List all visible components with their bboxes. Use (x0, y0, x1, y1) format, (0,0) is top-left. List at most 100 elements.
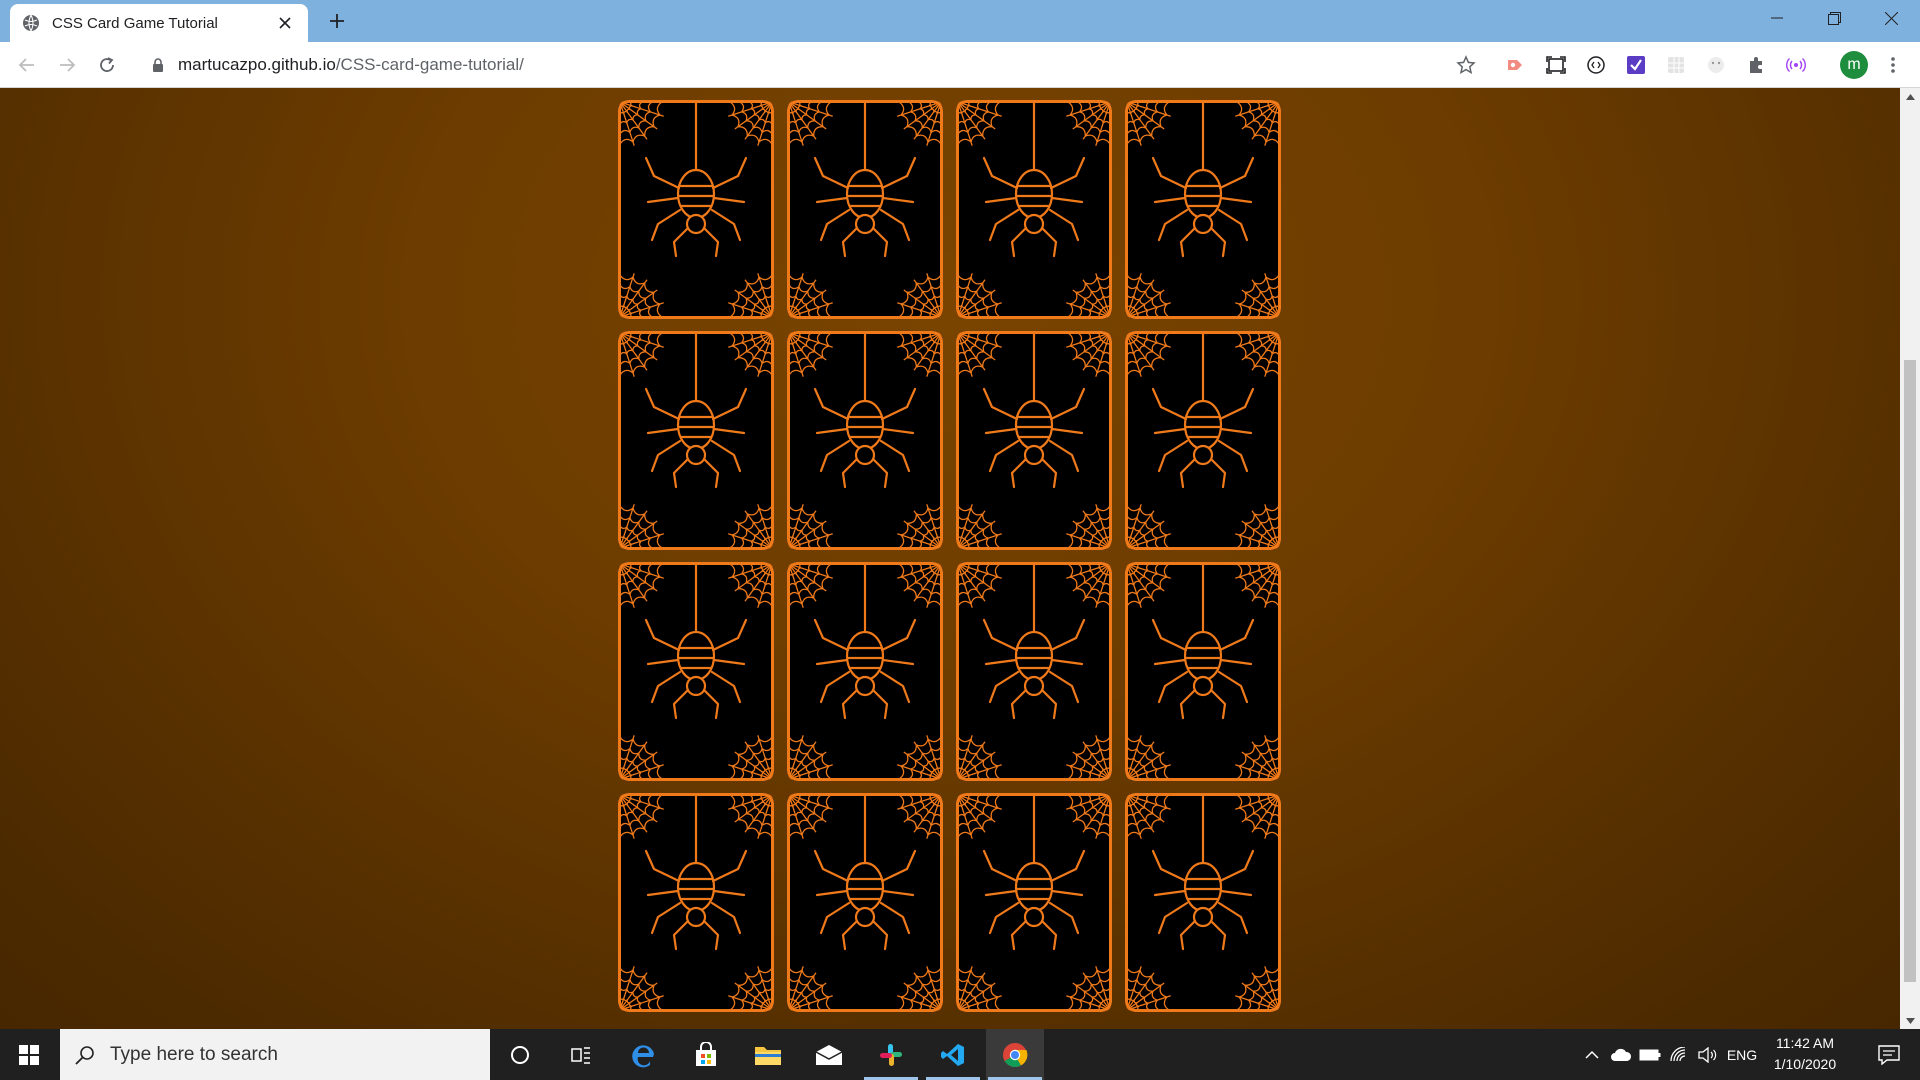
browser-menu-button[interactable] (1880, 52, 1906, 78)
mail-app[interactable] (800, 1029, 858, 1080)
spider-card-back (1125, 331, 1281, 550)
clock-date: 1/10/2020 (1773, 1056, 1837, 1072)
file-explorer-app[interactable] (739, 1029, 797, 1080)
spider-card-back (1125, 793, 1281, 1012)
memory-card[interactable] (956, 562, 1112, 781)
tab-title: CSS Card Game Tutorial (52, 14, 218, 32)
task-view-button[interactable] (552, 1029, 610, 1080)
memory-card[interactable] (787, 100, 943, 319)
taskbar-clock[interactable]: 11:42 AM 1/10/2020 (1760, 1033, 1850, 1075)
search-icon (75, 1045, 94, 1065)
battery-tray[interactable] (1637, 1029, 1663, 1080)
cortana-button[interactable] (491, 1029, 549, 1080)
spider-card-back (618, 562, 774, 781)
forward-button[interactable] (52, 50, 82, 80)
store-bag-icon (696, 1041, 716, 1066)
vscode-app[interactable] (924, 1029, 982, 1080)
close-tab-icon[interactable] (274, 12, 296, 34)
extension-grid-button[interactable] (1663, 52, 1689, 78)
restore-button[interactable] (1805, 0, 1863, 36)
start-button[interactable] (0, 1029, 58, 1080)
memory-card[interactable] (618, 331, 774, 550)
spider-card-back (956, 562, 1112, 781)
page-scrollbar[interactable] (1900, 88, 1920, 1029)
spider-card-back (956, 331, 1112, 550)
screenshot-icon (1546, 56, 1566, 74)
extension-screenshot-button[interactable] (1543, 52, 1569, 78)
scroll-up-arrow[interactable] (1900, 88, 1920, 105)
extension-face-button[interactable] (1703, 52, 1729, 78)
extension-cast-button[interactable] (1502, 52, 1528, 78)
code-extension-icon (1587, 56, 1605, 74)
memory-card[interactable] (787, 562, 943, 781)
speaker-icon (1698, 1046, 1717, 1063)
browser-tab[interactable]: CSS Card Game Tutorial (10, 4, 308, 42)
extension-code-button[interactable] (1583, 52, 1609, 78)
memory-card[interactable] (787, 331, 943, 550)
slack-app[interactable] (862, 1029, 920, 1080)
tray-overflow-button[interactable] (1580, 1029, 1604, 1080)
minimize-button[interactable] (1748, 0, 1806, 36)
scroll-down-arrow[interactable] (1900, 1012, 1920, 1029)
memory-card[interactable] (1125, 100, 1281, 319)
bookmark-star-button[interactable] (1453, 52, 1479, 78)
close-icon (1884, 11, 1898, 25)
spider-card-back (787, 331, 943, 550)
reload-button[interactable] (92, 50, 122, 80)
extensions-puzzle-button[interactable] (1743, 52, 1769, 78)
broadcast-icon (1786, 57, 1806, 73)
spider-card-back (1125, 100, 1281, 319)
cast-extension-icon (1508, 60, 1522, 70)
minimize-icon (1771, 17, 1783, 19)
mail-envelope-icon (815, 1044, 843, 1065)
scroll-thumb[interactable] (1904, 360, 1916, 982)
memory-card[interactable] (1125, 793, 1281, 1012)
spider-card-back (787, 793, 943, 1012)
volume-tray[interactable] (1695, 1029, 1721, 1080)
memory-card[interactable] (618, 100, 774, 319)
memory-card[interactable] (1125, 331, 1281, 550)
extension-check-button[interactable] (1623, 52, 1649, 78)
card-grid (618, 100, 1281, 1012)
taskbar-search-box[interactable]: Type here to search (60, 1029, 490, 1080)
caret-up-icon (1905, 93, 1915, 100)
memory-card[interactable] (956, 331, 1112, 550)
browser-tabbar: CSS Card Game Tutorial (0, 0, 1920, 42)
search-placeholder: Type here to search (110, 1043, 278, 1065)
spider-card-back (787, 562, 943, 781)
address-bar[interactable]: martucazpo.github.io/CSS-card-game-tutor… (140, 47, 1490, 83)
battery-icon (1639, 1049, 1661, 1060)
close-window-button[interactable] (1862, 0, 1920, 36)
task-view-icon (571, 1046, 590, 1064)
new-tab-button[interactable] (320, 6, 354, 36)
memory-card[interactable] (956, 793, 1112, 1012)
profile-avatar[interactable]: m (1840, 51, 1868, 79)
chrome-app[interactable] (986, 1029, 1044, 1080)
plus-icon (330, 14, 344, 28)
memory-card[interactable] (787, 793, 943, 1012)
folder-icon (755, 1046, 781, 1065)
extension-broadcast-button[interactable] (1783, 52, 1809, 78)
cloud-icon (1611, 1048, 1632, 1061)
reload-icon (100, 57, 114, 72)
face-extension-icon (1708, 57, 1724, 73)
url-host: martucazpo.github.io (178, 55, 336, 74)
arrow-right-icon (60, 58, 76, 72)
memory-card[interactable] (956, 100, 1112, 319)
notification-icon (1878, 1044, 1900, 1065)
edge-app[interactable] (615, 1029, 673, 1080)
language-indicator[interactable]: ENG (1724, 1029, 1760, 1080)
action-center-button[interactable] (1864, 1029, 1914, 1080)
back-button[interactable] (12, 50, 42, 80)
onedrive-tray[interactable] (1608, 1029, 1634, 1080)
spider-card-back (956, 100, 1112, 319)
memory-card[interactable] (618, 793, 774, 1012)
memory-card[interactable] (618, 562, 774, 781)
wifi-tray[interactable] (1666, 1029, 1692, 1080)
spider-card-back (787, 100, 943, 319)
vscode-icon (941, 1043, 964, 1066)
memory-card[interactable] (1125, 562, 1281, 781)
chevron-up-icon (1585, 1050, 1599, 1059)
store-app[interactable] (677, 1029, 735, 1080)
checkbox-extension-icon (1627, 56, 1645, 74)
